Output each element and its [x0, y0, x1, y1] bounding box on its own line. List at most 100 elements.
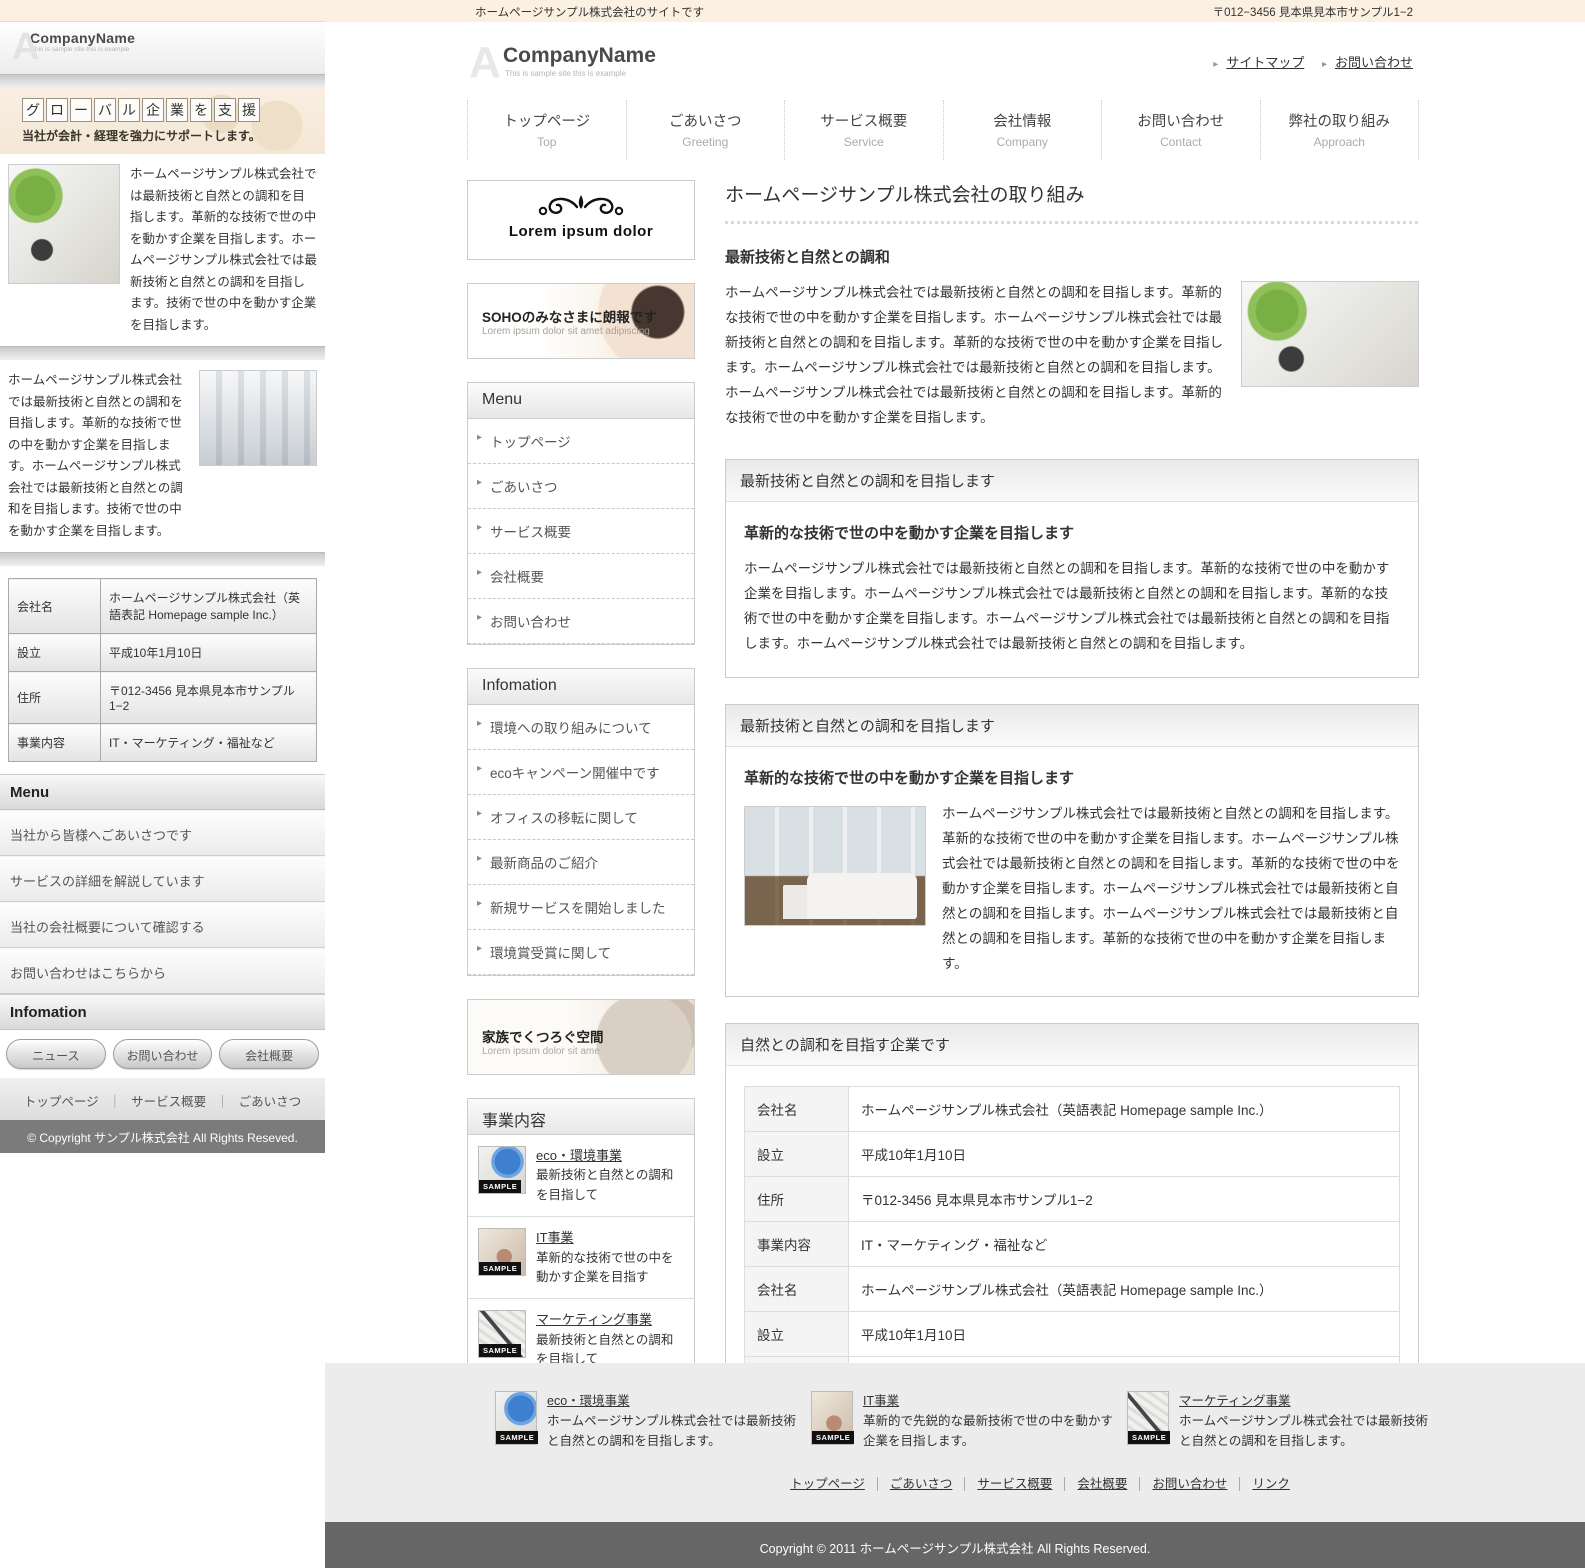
footer-link-service[interactable]: サービス概要 [965, 1477, 1065, 1491]
left-footer-link-greeting[interactable]: ごあいさつ [229, 1095, 312, 1109]
eco-business-link[interactable]: eco・環境事業 [536, 1148, 622, 1163]
info-item-eco-campaign[interactable]: ▸ecoキャンペーン開催中です [468, 750, 694, 795]
footer-column-desc: 革新的で先鋭的な最新技術で世の中を動かす企業を目指します。 [863, 1414, 1113, 1448]
footer-link-greeting[interactable]: ごあいさつ [878, 1477, 966, 1491]
eco-business-link[interactable]: eco・環境事業 [547, 1394, 630, 1408]
sitemap-link[interactable]: サイトマップ [1226, 55, 1304, 70]
left-menu-heading: Menu [0, 774, 325, 810]
sample-badge: SAMPLE [479, 1344, 521, 1357]
table-row: 設立 平成10年1月10日 [9, 634, 317, 672]
footer-column-text: IT事業 革新的で先鋭的な最新技術で世の中を動かす企業を目指します。 [863, 1391, 1117, 1451]
sidebar-item-company[interactable]: ▸会社概要 [468, 554, 694, 599]
hero-char: ー [70, 98, 92, 122]
left-logo-block[interactable]: A CompanyName This is sample site this i… [0, 22, 325, 74]
table-row: 事業内容IT・マーケティング・福祉など [745, 1222, 1400, 1267]
sidebar-banner-lorem[interactable]: Lorem ipsum dolor [467, 180, 695, 260]
content-box-3: 自然との調和を目指す企業です 会社名ホームページサンプル株式会社（英語表記 Ho… [725, 1023, 1419, 1363]
sidebar-item-greeting[interactable]: ▸ごあいさつ [468, 464, 694, 509]
desk-photo [8, 164, 120, 284]
nav-item-top[interactable]: トップページ Top [467, 100, 626, 160]
sidebar-item-contact[interactable]: ▸お問い合わせ [468, 599, 694, 644]
content-box-header: 自然との調和を目指す企業です [726, 1024, 1418, 1066]
contact-button[interactable]: お問い合わせ [113, 1039, 213, 1069]
company-overview-button[interactable]: 会社概要 [219, 1039, 319, 1069]
business-item-it: SAMPLE IT事業 革新的な技術で世の中を動かす企業を目指す [468, 1217, 694, 1299]
sidebar-item-top[interactable]: ▸トップページ [468, 419, 694, 464]
content-box-body: 革新的な技術で世の中を動かす企業を目指します ホームページサンプル株式会社では最… [726, 747, 1418, 997]
building-photo [199, 370, 317, 466]
news-button[interactable]: ニュース [6, 1039, 106, 1069]
table-value: IT・マーケティング・福祉など [101, 724, 317, 762]
banner-title: 家族でくつろぐ空間 [482, 1026, 604, 1046]
sidebar-banner-family[interactable]: 家族でくつろぐ空間 Lorem ipsum dolor sit ame [467, 999, 695, 1075]
sidebar-info-heading: Infomation [468, 669, 694, 705]
info-item-new-product[interactable]: ▸最新商品のご紹介 [468, 840, 694, 885]
section-heading: 最新技術と自然との調和 [725, 246, 1419, 267]
main-navigation: トップページ Top ごあいさつ Greeting サービス概要 Service… [467, 100, 1419, 160]
footer-column-desc: ホームページサンプル株式会社では最新技術と自然との調和を目指します。 [1179, 1414, 1428, 1448]
contact-link[interactable]: お問い合わせ [1335, 55, 1413, 70]
info-item-environment[interactable]: ▸環境への取り組みについて [468, 705, 694, 750]
eco-thumbnail: SAMPLE [478, 1146, 526, 1194]
nav-label-jp: 弊社の取り組み [1261, 110, 1419, 131]
table-value: ホームページサンプル株式会社（英語表記 Homepage sample Inc.… [101, 579, 317, 634]
sample-badge: SAMPLE [496, 1431, 538, 1444]
footer-column-marketing: SAMPLE マーケティング事業 ホームページサンプル株式会社では最新技術と自然… [1127, 1391, 1433, 1451]
footer-link-contact[interactable]: お問い合わせ [1140, 1477, 1240, 1491]
sample-badge: SAMPLE [479, 1262, 521, 1275]
it-business-link[interactable]: IT事業 [863, 1394, 899, 1408]
hero-char: バ [94, 98, 116, 122]
business-item-desc: 革新的な技術で世の中を動かす企業を目指す [536, 1251, 674, 1284]
left-menu-item-company[interactable]: 当社の会社概要について確認する [0, 902, 325, 948]
hero-char: ロ [46, 98, 68, 122]
nav-item-company[interactable]: 会社情報 Company [943, 100, 1102, 160]
left-footer-link-service[interactable]: サービス概要 [121, 1095, 216, 1109]
business-item-text: マーケティング事業 最新技術と自然との調和を目指して [536, 1310, 684, 1363]
nav-label-en: Service [785, 135, 943, 149]
marketing-business-link[interactable]: マーケティング事業 [536, 1312, 652, 1327]
arrow-icon: ▸ [1322, 59, 1327, 70]
site-logo[interactable]: CompanyName [503, 44, 656, 68]
it-business-link[interactable]: IT事業 [536, 1230, 574, 1245]
footer-column-desc: ホームページサンプル株式会社では最新技術と自然との調和を目指します。 [547, 1414, 796, 1448]
info-item-label: 新規サービスを開始しました [490, 901, 666, 916]
left-menu-item-service[interactable]: サービスの詳細を解説しています [0, 856, 325, 902]
hero-char: ル [118, 98, 140, 122]
content-sidebar: Lorem ipsum dolor SOHOのみなさまに朗報です Lorem i… [467, 180, 695, 1363]
info-item-new-service[interactable]: ▸新規サービスを開始しました [468, 885, 694, 930]
nav-item-greeting[interactable]: ごあいさつ Greeting [626, 100, 785, 160]
footer-column-text: マーケティング事業 ホームページサンプル株式会社では最新技術と自然との調和を目指… [1179, 1391, 1433, 1451]
left-footer-link-top[interactable]: トップページ [14, 1095, 109, 1109]
business-item-eco: SAMPLE eco・環境事業 最新技術と自然との調和を目指して [468, 1135, 694, 1217]
page-title: ホームページサンプル株式会社の取り組み [725, 180, 1419, 221]
footer-link-top[interactable]: トップページ [778, 1477, 878, 1491]
lead-section: ホームページサンプル株式会社では最新技術と自然との調和を目指します。革新的な技術… [725, 281, 1419, 431]
sidebar-item-service[interactable]: ▸サービス概要 [468, 509, 694, 554]
nav-item-approach[interactable]: 弊社の取り組み Approach [1260, 100, 1420, 160]
content-box-paragraph: ホームページサンプル株式会社では最新技術と自然との調和を目指します。革新的な技術… [942, 802, 1400, 977]
left-menu-item-contact[interactable]: お問い合わせはこちらから [0, 948, 325, 994]
marketing-business-link[interactable]: マーケティング事業 [1179, 1394, 1291, 1408]
info-item-office-move[interactable]: ▸オフィスの移転に関して [468, 795, 694, 840]
content-box-subheading: 革新的な技術で世の中を動かす企業を目指します [744, 767, 1400, 788]
content-box-body: 革新的な技術で世の中を動かす企業を目指します ホームページサンプル株式会社では最… [726, 502, 1418, 677]
site-header: A CompanyName This is sample site this i… [325, 22, 1585, 100]
info-item-label: 環境への取り組みについて [490, 721, 652, 736]
left-menu-item-greeting[interactable]: 当社から皆様へごあいさつです [0, 810, 325, 856]
nav-item-contact[interactable]: お問い合わせ Contact [1101, 100, 1260, 160]
sidebar-banner-soho[interactable]: SOHOのみなさまに朗報です Lorem ipsum dolor sit ame… [467, 283, 695, 359]
nav-label-jp: お問い合わせ [1102, 110, 1260, 131]
footer-columns: SAMPLE eco・環境事業 ホームページサンプル株式会社では最新技術と自然と… [495, 1391, 1585, 1451]
footer-link-links[interactable]: リンク [1240, 1477, 1302, 1491]
footer-link-company[interactable]: 会社概要 [1065, 1477, 1140, 1491]
hero-char: グ [22, 98, 44, 122]
info-item-eco-award[interactable]: ▸環境賞受賞に関して [468, 930, 694, 975]
table-value: ホームページサンプル株式会社（英語表記 Homepage sample Inc.… [849, 1267, 1400, 1312]
left-intro-block-1: ホームページサンプル株式会社では最新技術と自然との調和を目指します。革新的な技術… [0, 154, 325, 346]
sidebar-item-label: トップページ [490, 435, 571, 450]
sidebar-menu-heading: Menu [468, 383, 694, 419]
content-box-1: 最新技術と自然との調和を目指します 革新的な技術で世の中を動かす企業を目指します… [725, 459, 1419, 678]
sample-badge: SAMPLE [812, 1431, 854, 1444]
nav-item-service[interactable]: サービス概要 Service [784, 100, 943, 160]
divider [0, 346, 325, 360]
